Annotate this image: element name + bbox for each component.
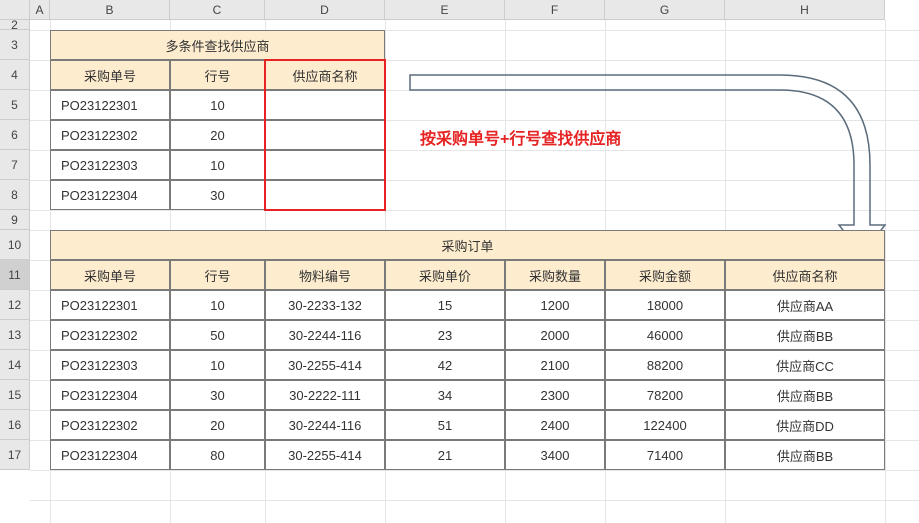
row-header-6[interactable]: 6 (0, 120, 30, 150)
row-header-17[interactable]: 17 (0, 440, 30, 470)
orders-cell[interactable]: PO23122304 (50, 440, 170, 470)
orders-header-mat[interactable]: 物料编号 (265, 260, 385, 290)
lookup-cell[interactable] (265, 180, 385, 210)
lookup-cell[interactable] (265, 90, 385, 120)
row-header-10[interactable]: 10 (0, 230, 30, 260)
orders-cell[interactable]: 88200 (605, 350, 725, 380)
row-header-13[interactable]: 13 (0, 320, 30, 350)
lookup-header-po[interactable]: 采购单号 (50, 60, 170, 90)
orders-cell[interactable]: 2100 (505, 350, 605, 380)
column-header-row: A B C D E F G H (0, 0, 885, 20)
orders-cell[interactable]: 34 (385, 380, 505, 410)
orders-cell[interactable]: 10 (170, 290, 265, 320)
orders-cell[interactable]: 78200 (605, 380, 725, 410)
col-header-E[interactable]: E (385, 0, 505, 20)
lookup-header-line[interactable]: 行号 (170, 60, 265, 90)
lookup-title[interactable]: 多条件查找供应商 (50, 30, 385, 60)
orders-cell[interactable]: 23 (385, 320, 505, 350)
col-header-D[interactable]: D (265, 0, 385, 20)
orders-cell[interactable]: 供应商BB (725, 320, 885, 350)
row-header-9[interactable]: 9 (0, 210, 30, 230)
orders-cell[interactable]: 30-2244-116 (265, 320, 385, 350)
row-header-column: 2 3 4 5 6 7 8 9 10 11 12 13 14 15 16 17 (0, 20, 30, 470)
orders-cell[interactable]: PO23122302 (50, 410, 170, 440)
orders-cell[interactable]: 122400 (605, 410, 725, 440)
lookup-cell[interactable]: PO23122302 (50, 120, 170, 150)
orders-cell[interactable]: 2400 (505, 410, 605, 440)
row-header-5[interactable]: 5 (0, 90, 30, 120)
orders-cell[interactable]: 30-2222-111 (265, 380, 385, 410)
col-header-B[interactable]: B (50, 0, 170, 20)
lookup-cell[interactable]: PO23122304 (50, 180, 170, 210)
orders-cell[interactable]: 1200 (505, 290, 605, 320)
row-header-7[interactable]: 7 (0, 150, 30, 180)
row-header-11[interactable]: 11 (0, 260, 30, 290)
lookup-cell[interactable]: PO23122303 (50, 150, 170, 180)
row-header-8[interactable]: 8 (0, 180, 30, 210)
orders-cell[interactable]: 供应商BB (725, 440, 885, 470)
orders-cell[interactable]: 2000 (505, 320, 605, 350)
orders-cell[interactable]: PO23122302 (50, 320, 170, 350)
orders-cell[interactable]: 18000 (605, 290, 725, 320)
orders-title[interactable]: 采购订单 (50, 230, 885, 260)
orders-cell[interactable]: PO23122301 (50, 290, 170, 320)
col-header-G[interactable]: G (605, 0, 725, 20)
orders-cell[interactable]: 46000 (605, 320, 725, 350)
orders-header-amt[interactable]: 采购金额 (605, 260, 725, 290)
lookup-cell[interactable] (265, 120, 385, 150)
orders-cell[interactable]: 15 (385, 290, 505, 320)
row-header-2[interactable]: 2 (0, 20, 30, 30)
lookup-cell[interactable]: 10 (170, 150, 265, 180)
orders-cell[interactable]: 供应商AA (725, 290, 885, 320)
orders-header-qty[interactable]: 采购数量 (505, 260, 605, 290)
orders-cell[interactable]: 30 (170, 380, 265, 410)
orders-header-po[interactable]: 采购单号 (50, 260, 170, 290)
lookup-cell[interactable]: 20 (170, 120, 265, 150)
orders-cell[interactable]: 42 (385, 350, 505, 380)
orders-cell[interactable]: 供应商BB (725, 380, 885, 410)
col-header-C[interactable]: C (170, 0, 265, 20)
orders-cell[interactable]: 30-2255-414 (265, 440, 385, 470)
grid-area[interactable]: 多条件查找供应商 采购单号 行号 供应商名称 PO23122301 10 PO2… (30, 20, 919, 523)
row-header-16[interactable]: 16 (0, 410, 30, 440)
orders-cell[interactable]: 供应商CC (725, 350, 885, 380)
lookup-cell[interactable] (265, 150, 385, 180)
row-header-3[interactable]: 3 (0, 30, 30, 60)
orders-cell[interactable]: 80 (170, 440, 265, 470)
orders-header-price[interactable]: 采购单价 (385, 260, 505, 290)
orders-cell[interactable]: 供应商DD (725, 410, 885, 440)
orders-cell[interactable]: 2300 (505, 380, 605, 410)
orders-cell[interactable]: 10 (170, 350, 265, 380)
annotation-text: 按采购单号+行号查找供应商 (420, 125, 621, 149)
orders-cell[interactable]: PO23122304 (50, 380, 170, 410)
row-header-4[interactable]: 4 (0, 60, 30, 90)
row-header-14[interactable]: 14 (0, 350, 30, 380)
orders-cell[interactable]: 21 (385, 440, 505, 470)
orders-cell[interactable]: 3400 (505, 440, 605, 470)
orders-cell[interactable]: 71400 (605, 440, 725, 470)
lookup-cell[interactable]: 30 (170, 180, 265, 210)
orders-cell[interactable]: PO23122303 (50, 350, 170, 380)
lookup-cell[interactable]: PO23122301 (50, 90, 170, 120)
orders-cell[interactable]: 51 (385, 410, 505, 440)
lookup-header-vendor[interactable]: 供应商名称 (265, 60, 385, 90)
orders-cell[interactable]: 30-2233-132 (265, 290, 385, 320)
row-header-12[interactable]: 12 (0, 290, 30, 320)
orders-cell[interactable]: 30-2244-116 (265, 410, 385, 440)
orders-header-vendor[interactable]: 供应商名称 (725, 260, 885, 290)
row-header-15[interactable]: 15 (0, 380, 30, 410)
col-header-F[interactable]: F (505, 0, 605, 20)
orders-header-line[interactable]: 行号 (170, 260, 265, 290)
orders-cell[interactable]: 20 (170, 410, 265, 440)
lookup-cell[interactable]: 10 (170, 90, 265, 120)
col-header-A[interactable]: A (30, 0, 50, 20)
orders-cell[interactable]: 50 (170, 320, 265, 350)
col-header-H[interactable]: H (725, 0, 885, 20)
orders-cell[interactable]: 30-2255-414 (265, 350, 385, 380)
